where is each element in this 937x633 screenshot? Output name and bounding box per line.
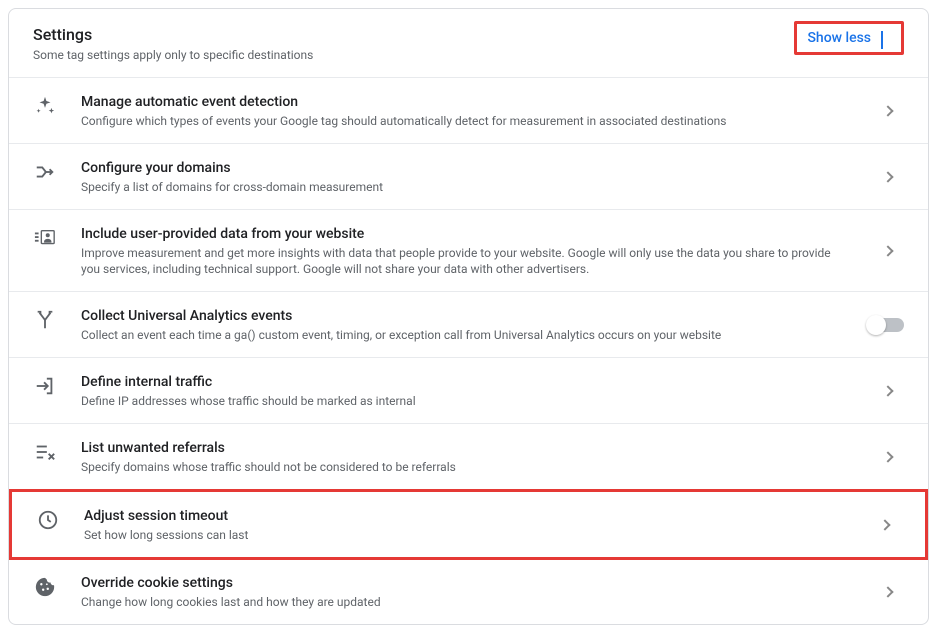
split-arrows-icon (33, 308, 57, 332)
chevron-right-icon[interactable] (869, 521, 901, 529)
show-less-label: Show less (807, 30, 871, 46)
chevron-right-icon[interactable] (872, 387, 904, 395)
row-title: List unwanted referrals (81, 438, 848, 458)
chevron-right-icon[interactable] (872, 588, 904, 596)
show-less-button[interactable]: Show less (794, 21, 904, 55)
chevron-right-icon[interactable] (872, 107, 904, 115)
row-collect-universal-analytics-events: Collect Universal Analytics events Colle… (9, 292, 928, 358)
row-title: Include user-provided data from your web… (81, 224, 848, 244)
row-title: Configure your domains (81, 158, 848, 178)
row-body: Manage automatic event detection Configu… (57, 92, 872, 129)
list-remove-icon (33, 440, 57, 464)
row-title: Define internal traffic (81, 372, 848, 392)
row-title: Override cookie settings (81, 573, 848, 593)
chevron-right-icon[interactable] (872, 453, 904, 461)
row-desc: Define IP addresses whose traffic should… (81, 393, 848, 409)
cookie-icon (33, 575, 57, 599)
row-desc: Configure which types of events your Goo… (81, 113, 848, 129)
row-body: Define internal traffic Define IP addres… (57, 372, 872, 409)
row-desc: Change how long cookies last and how the… (81, 594, 848, 610)
row-override-cookie-settings[interactable]: Override cookie settings Change how long… (9, 559, 928, 624)
header-text: Settings Some tag settings apply only to… (33, 25, 313, 63)
settings-card: Settings Some tag settings apply only to… (8, 8, 929, 625)
settings-header: Settings Some tag settings apply only to… (9, 9, 928, 78)
row-body: List unwanted referrals Specify domains … (57, 438, 872, 475)
row-title: Collect Universal Analytics events (81, 306, 844, 326)
exit-app-icon (33, 374, 57, 398)
row-body: Override cookie settings Change how long… (57, 573, 872, 610)
row-adjust-session-timeout[interactable]: Adjust session timeout Set how long sess… (9, 489, 928, 560)
row-title: Manage automatic event detection (81, 92, 848, 112)
row-desc: Set how long sessions can last (84, 527, 845, 543)
chevron-right-icon[interactable] (872, 247, 904, 255)
row-body: Configure your domains Specify a list of… (57, 158, 872, 195)
row-desc: Collect an event each time a ga() custom… (81, 327, 844, 343)
clock-icon (36, 508, 60, 532)
row-title: Adjust session timeout (84, 506, 845, 526)
row-body: Include user-provided data from your web… (57, 224, 872, 277)
sparkle-icon (33, 94, 57, 118)
row-configure-your-domains[interactable]: Configure your domains Specify a list of… (9, 144, 928, 210)
row-desc: Improve measurement and get more insight… (81, 245, 848, 277)
row-body: Collect Universal Analytics events Colle… (57, 306, 868, 343)
row-list-unwanted-referrals[interactable]: List unwanted referrals Specify domains … (9, 424, 928, 490)
toggle-switch[interactable] (868, 318, 904, 332)
id-card-icon (33, 226, 57, 250)
chevron-up-icon (881, 33, 891, 43)
settings-title: Settings (33, 25, 313, 45)
chevron-right-icon[interactable] (872, 173, 904, 181)
row-body: Adjust session timeout Set how long sess… (60, 506, 869, 543)
settings-subtitle: Some tag settings apply only to specific… (33, 47, 313, 63)
row-define-internal-traffic[interactable]: Define internal traffic Define IP addres… (9, 358, 928, 424)
row-manage-automatic-event-detection[interactable]: Manage automatic event detection Configu… (9, 78, 928, 144)
arrows-merge-icon (33, 160, 57, 184)
row-desc: Specify a list of domains for cross-doma… (81, 179, 848, 195)
row-desc: Specify domains whose traffic should not… (81, 459, 848, 475)
row-include-user-provided-data[interactable]: Include user-provided data from your web… (9, 210, 928, 292)
